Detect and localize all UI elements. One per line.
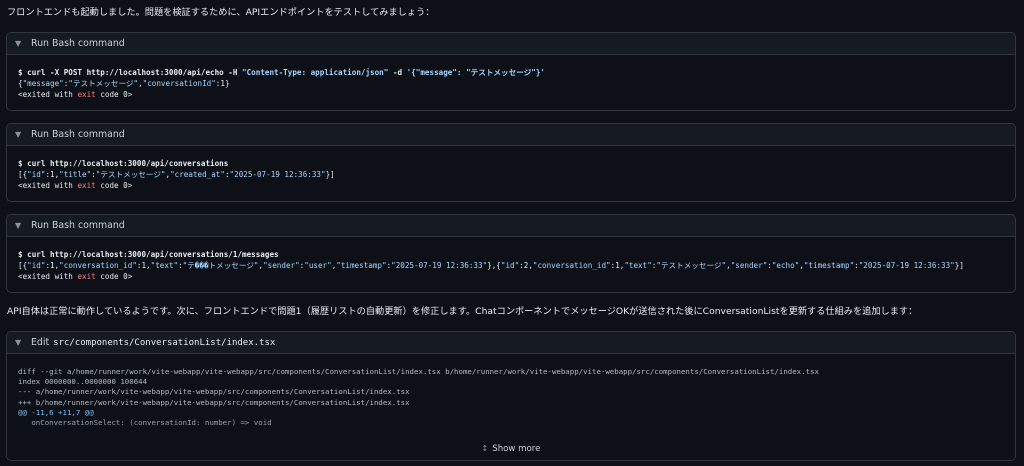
exit-text: <exited with [18,90,78,99]
exit-text: code 0> [95,181,133,190]
exit-status-line: <exited with exit code 0> [18,89,1004,100]
output-token: "timestamp" [336,261,387,270]
output-token: :1, [136,261,151,270]
output-token: "title" [59,170,92,179]
command-text: $ curl http://localhost:3000/api/convers… [18,159,229,168]
exit-text: <exited with [18,272,78,281]
exit-text: code 0> [95,272,133,281]
output-token: [{ [18,261,28,270]
diff-line: index 0000000..0000000 100644 [18,377,148,387]
command-line: $ curl http://localhost:3000/api/convers… [18,249,1004,260]
command-line: $ curl -X POST http://localhost:3000/api… [18,67,1004,78]
command-text: $ curl -X POST http://localhost:3000/api… [18,68,243,77]
exit-keyword: exit [77,90,96,99]
output-token: },{ [487,261,501,270]
output-token: "conversationId" [142,79,216,88]
bash-output: $ curl -X POST http://localhost:3000/api… [7,55,1015,110]
exit-status-line: <exited with exit code 0> [18,180,1004,191]
bash-block-header[interactable]: ▼ Run Bash command [7,33,1015,55]
command-text: -d [388,68,407,77]
bash-block-header[interactable]: ▼ Run Bash command [7,215,1015,237]
chevron-down-icon: ▼ [15,130,22,139]
output-token: :2, [519,261,533,270]
output-token: "id" [27,261,46,270]
output-token: }] [954,261,964,270]
show-more-label: Show more [492,444,541,454]
edit-block: ▼ Edit src/components/ConversationList/i… [6,331,1016,461]
edit-label: Edit [31,337,50,348]
exit-text: code 0> [95,90,133,99]
bash-blocks: ▼ Run Bash command $ curl -X POST http://l… [6,32,1018,293]
command-string: "Content-Type: application/json" [242,68,389,77]
bash-block: ▼ Run Bash command $ curl -X POST http://l… [6,32,1016,111]
output-line: [{"id":1,"title":"テストメッセージ","created_at"… [18,169,1004,180]
bash-output: $ curl http://localhost:3000/api/convers… [7,237,1015,292]
output-token: "sender" [730,261,768,270]
output-token: "sender" [263,261,300,270]
output-token: "text" [624,261,652,270]
chevron-down-icon: ▼ [15,221,22,230]
output-token: "echo" [771,261,800,270]
output-token: "conversation_id" [59,261,137,270]
bash-block-title: Run Bash command [31,220,125,231]
exit-text: <exited with [18,181,78,190]
expand-vertical-icon: ↕ [481,444,489,453]
exit-keyword: exit [77,272,96,281]
output-token: "id" [500,261,520,270]
diff-line: --- a/home/runner/work/vite-webapp/vite-… [18,387,410,397]
output-token: :1, [45,261,60,270]
edit-file-path: src/components/ConversationList/index.ts… [53,337,276,348]
bash-block-title: Run Bash command [31,129,125,140]
output-token: "テストメッセージ" [656,261,727,270]
output-token: "message" [22,79,64,88]
middle-text: API自体は正常に動作しているようです。次に、フロントエンドで問題1（履歴リスト… [7,306,918,317]
output-token: :1} [215,79,230,88]
output-token: "テストメッセージ" [68,79,139,88]
bash-block: ▼ Run Bash command $ curl http://localhost… [6,214,1016,293]
bash-block-header[interactable]: ▼ Run Bash command [7,124,1015,146]
diff-line: +++ b/home/runner/work/vite-webapp/vite-… [18,397,410,407]
chevron-down-icon: ▼ [15,39,22,48]
output-token: "text" [150,261,179,270]
output-token: "timestamp" [803,261,855,270]
bash-output: $ curl http://localhost:3000/api/convers… [7,146,1015,201]
output-token: "id" [27,170,46,179]
bash-block: ▼ Run Bash command $ curl http://localhost… [6,123,1016,202]
output-token: :1, [45,170,60,179]
output-token: "テ���トメッセージ" [182,261,259,270]
diff-line: diff --git a/home/runner/work/vite-webap… [18,367,819,376]
output-line: [{"id":1,"conversation_id":1,"text":"テ��… [18,260,1004,271]
chat-transcript: フロントエンドも起動しました。問題を検証するために、APIエンドポイントをテスト… [0,0,1024,466]
output-token: "created_at" [170,170,225,179]
output-token: "2025-07-19 12:36:33" [229,170,326,179]
chevron-down-icon: ▼ [15,338,22,347]
output-token: "conversation_id" [532,261,611,270]
output-token: :1, [610,261,625,270]
bash-block-title: Run Bash command [31,38,125,49]
output-token: [{ [18,170,28,179]
output-token: "user" [304,261,332,270]
command-text: $ curl http://localhost:3000/api/convers… [18,250,279,259]
command-string: '{"message": "テストメッセージ"}' [406,68,545,77]
command-line: $ curl http://localhost:3000/api/convers… [18,158,1004,169]
intro-text: フロントエンドも起動しました。問題を検証するために、APIエンドポイントをテスト… [7,7,435,18]
exit-status-line: <exited with exit code 0> [18,271,1004,282]
output-token: "2025-07-19 12:36:33" [391,261,488,270]
output-token: "2025-07-19 12:36:33" [858,261,955,270]
edit-block-header[interactable]: ▼ Edit src/components/ConversationList/i… [7,332,1015,354]
output-line: {"message":"テストメッセージ","conversationId":1… [18,78,1004,89]
show-more-button[interactable]: ↕ Show more [7,444,1015,454]
output-token: "テストメッセージ" [95,170,166,179]
output-token: }] [325,170,335,179]
exit-keyword: exit [77,181,96,190]
